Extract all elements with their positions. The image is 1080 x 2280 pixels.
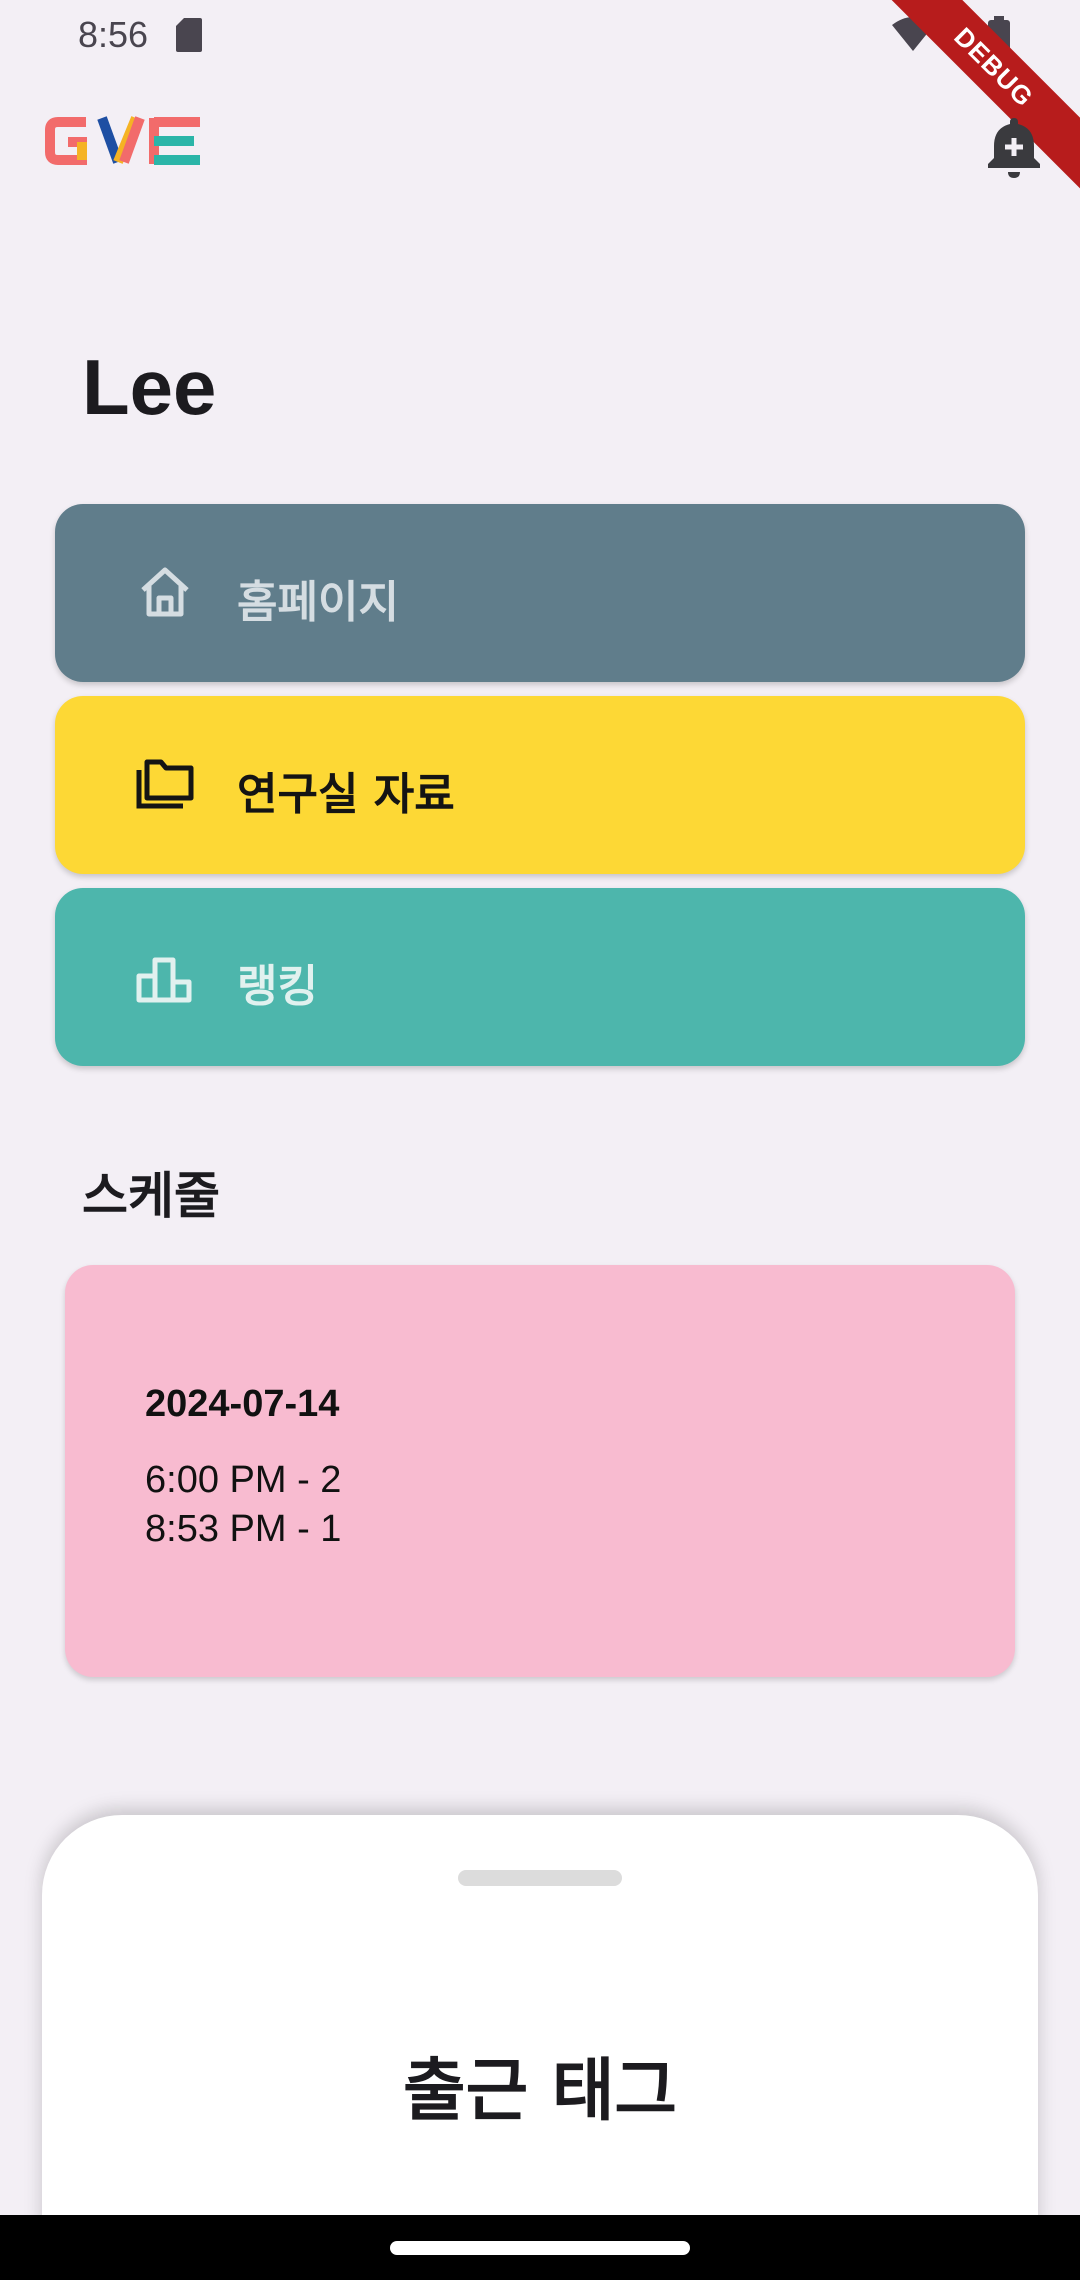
app-logo xyxy=(44,112,206,174)
ranking-button[interactable]: 랭킹 xyxy=(55,888,1025,1066)
status-bar: 8:56 DEBUG xyxy=(0,0,1080,191)
check-in-bottom-sheet[interactable]: 출근 태그 xyxy=(42,1815,1038,2235)
home-indicator[interactable] xyxy=(390,2241,690,2255)
notification-add-button[interactable] xyxy=(984,114,1044,178)
notification-add-icon xyxy=(984,118,1044,182)
folder-icon xyxy=(135,754,195,814)
user-name: Lee xyxy=(82,343,217,431)
schedule-entry: 8:53 PM - 1 xyxy=(145,1508,342,1550)
schedule-card[interactable]: 2024-07-14 6:00 PM - 2 8:53 PM - 1 xyxy=(65,1265,1015,1677)
homepage-button[interactable]: 홈페이지 xyxy=(55,504,1025,682)
sd-card-icon xyxy=(176,18,202,56)
schedule-date: 2024-07-14 xyxy=(145,1383,340,1425)
lab-materials-label: 연구실 자료 xyxy=(237,769,455,820)
schedule-entry: 6:00 PM - 2 xyxy=(145,1459,342,1501)
leaderboard-icon xyxy=(135,946,195,1006)
homepage-label: 홈페이지 xyxy=(237,577,399,628)
status-time: 8:56 xyxy=(78,14,149,55)
check-in-tag-title: 출근 태그 xyxy=(403,2052,677,2131)
schedule-title: 스케줄 xyxy=(82,1167,220,1225)
sheet-drag-handle[interactable] xyxy=(458,1870,622,1886)
home-icon xyxy=(135,562,195,622)
lab-materials-button[interactable]: 연구실 자료 xyxy=(55,696,1025,874)
ranking-label: 랭킹 xyxy=(237,961,318,1012)
